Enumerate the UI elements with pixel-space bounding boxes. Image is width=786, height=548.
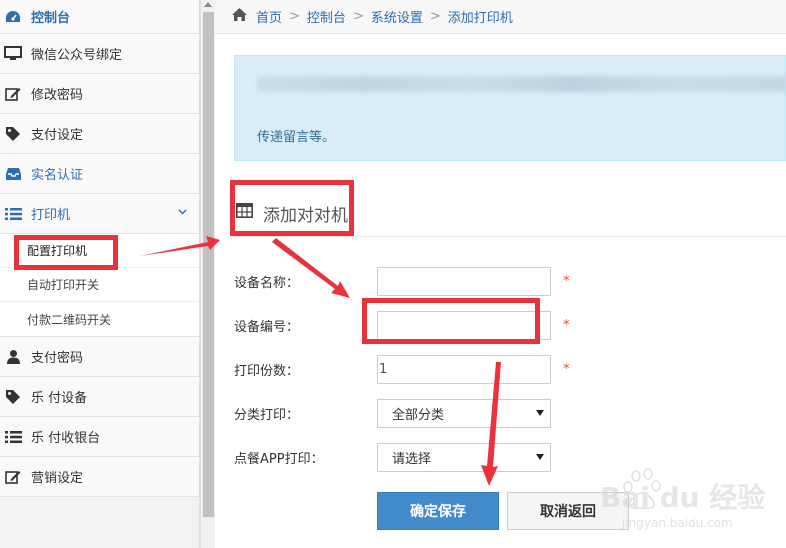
required-mark: * [563, 361, 570, 377]
sidebar-item-pay-device[interactable]: 乐 付设备 [0, 377, 199, 417]
scrollbar-thumb[interactable] [203, 12, 214, 517]
breadcrumb-current: 添加打印机 [447, 11, 513, 26]
inbox-icon [4, 166, 22, 182]
caret-down-icon [536, 409, 544, 416]
breadcrumb-separator: > [429, 9, 441, 24]
sidebar-item-label: 打印机 [31, 208, 71, 223]
print-copies-input[interactable]: 1 [377, 354, 551, 384]
required-mark: * [563, 273, 570, 289]
sidebar-item-change-password[interactable]: 修改密码 [0, 74, 199, 114]
tag-icon [4, 389, 22, 405]
required-mark: * [563, 317, 570, 333]
sidebar-item-label: 控制台 [31, 11, 71, 26]
sidebar-item-label: 支付设定 [31, 128, 84, 143]
category-print-value: 全部分类 [392, 407, 445, 423]
print-copies-label: 打印份数： [234, 363, 300, 379]
breadcrumb-separator: > [352, 9, 364, 24]
caret-down-icon [536, 453, 544, 460]
breadcrumb: 首页 > 控制台 > 系统设置 > 添加打印机 [215, 0, 786, 34]
list-icon [4, 206, 22, 222]
sidebar-item-printer[interactable]: 打印机 [0, 194, 199, 234]
sidebar-item-payment-settings[interactable]: 支付设定 [0, 114, 199, 154]
edit-icon [4, 86, 22, 102]
app-print-label: 点餐APP打印： [234, 451, 324, 467]
sidebar-subitem-auto-print[interactable]: 自动打印开关 [0, 268, 199, 302]
list-icon [4, 429, 22, 445]
sidebar-item-real-name[interactable]: 实名认证 [0, 154, 199, 194]
home-icon [231, 7, 248, 26]
baidu-watermark: Bai du 经验 jingyan.baidu.com [600, 462, 780, 542]
watermark-url: jingyan.baidu.com [622, 516, 733, 530]
sidebar: 控制台 微信公众号绑定 修改密码 支付设定 实名认证 打印机 配置打印机 自动打… [0, 0, 200, 548]
sidebar-scrollbar[interactable] [200, 0, 215, 548]
annotation-highlight-title [230, 180, 354, 236]
sidebar-item-pay-password[interactable]: 支付密码 [0, 337, 199, 377]
sidebar-item-cashier[interactable]: 乐 付收银台 [0, 417, 199, 457]
breadcrumb-home-link[interactable]: 首页 [256, 7, 282, 26]
notice-text: 传递留言等。 [257, 130, 336, 145]
watermark-brand: Bai du 经验 [600, 481, 766, 514]
app-print-select[interactable]: 请选择 [377, 442, 551, 472]
monitor-icon [4, 46, 22, 62]
annotation-highlight-device-number [362, 298, 540, 344]
device-name-input[interactable] [377, 266, 551, 296]
sidebar-subitem-label: 付款二维码开关 [27, 312, 112, 327]
device-number-label: 设备编号： [234, 319, 300, 335]
form-row-category-print: 分类打印： 全部分类 [234, 398, 786, 428]
scroll-up-arrow-icon[interactable] [204, 2, 212, 7]
chevron-down-icon [178, 207, 187, 218]
edit-icon [4, 469, 22, 485]
form-row-device-name: 设备名称： * [234, 266, 786, 296]
sidebar-item-marketing[interactable]: 营销设定 [0, 457, 199, 497]
breadcrumb-link-system-settings[interactable]: 系统设置 [371, 7, 423, 26]
category-print-label: 分类打印： [234, 407, 300, 423]
sidebar-item-label: 营销设定 [31, 471, 84, 486]
sidebar-subitem-label: 自动打印开关 [27, 278, 100, 292]
breadcrumb-link-console[interactable]: 控制台 [307, 7, 346, 26]
dashboard-icon [4, 9, 22, 25]
sidebar-item-label: 支付密码 [31, 351, 84, 366]
sidebar-item-label: 乐 付收银台 [31, 431, 101, 446]
tag-icon [4, 126, 22, 142]
form-row-print-copies: 打印份数： 1 * [234, 354, 786, 384]
category-print-select[interactable]: 全部分类 [377, 398, 551, 428]
sidebar-subitem-qrcode-switch[interactable]: 付款二维码开关 [0, 302, 199, 336]
breadcrumb-separator: > [289, 9, 300, 24]
save-button[interactable]: 确定保存 [377, 492, 499, 530]
device-name-label: 设备名称： [234, 275, 300, 291]
user-icon [4, 349, 22, 365]
sidebar-item-dashboard[interactable]: 控制台 [0, 0, 199, 34]
sidebar-item-label: 乐 付设备 [31, 391, 88, 406]
sidebar-item-wechat-bind[interactable]: 微信公众号绑定 [0, 34, 199, 74]
sidebar-item-label: 实名认证 [31, 168, 84, 183]
sidebar-item-label: 修改密码 [31, 88, 84, 103]
blurred-notice-text [257, 76, 786, 92]
info-notice: 传递留言等。 [234, 55, 786, 161]
sidebar-item-label: 微信公众号绑定 [31, 48, 123, 63]
annotation-highlight-submenu [14, 235, 118, 270]
app-print-value: 请选择 [392, 451, 432, 467]
